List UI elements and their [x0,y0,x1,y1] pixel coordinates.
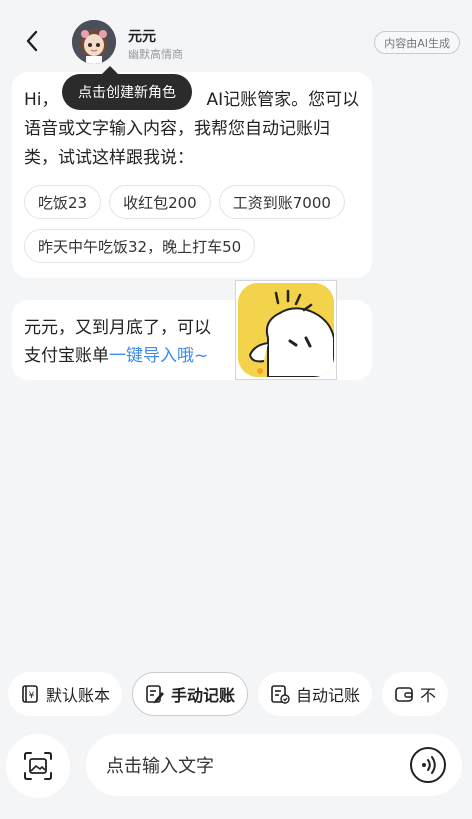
more-action-button[interactable]: 不 [382,672,449,716]
text-input-placeholder[interactable]: 点击输入文字 [106,734,214,796]
ai-generated-badge: 内容由AI生成 [374,31,460,54]
manual-entry-label: 手动记账 [171,686,236,705]
character-subtitle: 幽默高情商 [128,48,183,61]
auto-bill-icon [270,684,290,704]
import-link[interactable]: 一键导入哦~ [109,346,208,366]
svg-text:¥: ¥ [29,691,35,701]
auto-entry-button[interactable]: 自动记账 [258,672,373,716]
mascot-icon [238,283,334,377]
import-text-tail: 支付宝账单 [24,346,109,366]
intro-text-pre: Hi， [24,90,59,110]
chevron-left-icon [26,30,38,52]
suggestion-chip[interactable]: 收红包200 [109,185,211,219]
voice-wave-icon [422,756,436,774]
suggestion-chip[interactable]: 昨天中午吃饭32，晚上打车50 [24,229,256,263]
suggestion-chip[interactable]: 吃饭23 [24,185,102,219]
import-text-start: 元元，又到月底了，可以 [24,318,211,338]
more-action-label: 不 [420,686,437,705]
manual-entry-button[interactable]: 手动记账 [132,672,249,716]
text-input-bar[interactable]: 点击输入文字 [86,734,462,796]
character-avatar-icon [72,20,116,64]
ledger-icon: ¥ [20,684,40,704]
image-scan-button[interactable] [6,734,70,798]
create-role-tooltip[interactable]: 点击创建新角色 [62,66,192,110]
avatar[interactable] [72,20,116,64]
quick-actions-bar: ¥ 默认账本 手动记账 自动记账 不 [8,672,472,718]
auto-entry-label: 自动记账 [296,686,361,705]
mascot-image [238,283,334,377]
wallet-icon [394,684,414,704]
suggestion-chips: 吃饭23 收红包200 工资到账7000 昨天中午吃饭32，晚上打车50 [24,185,360,263]
back-button[interactable] [20,26,44,56]
edit-note-icon [145,684,165,704]
mascot-sticker [235,280,337,380]
character-name: 元元 [128,29,156,45]
default-ledger-label: 默认账本 [46,686,111,705]
image-scan-icon [24,752,52,780]
chat-header: 元元 幽默高情商 内容由AI生成 [0,0,472,80]
suggestion-chip[interactable]: 工资到账7000 [218,185,345,219]
default-ledger-button[interactable]: ¥ 默认账本 [8,672,123,716]
voice-input-button[interactable] [410,747,446,783]
